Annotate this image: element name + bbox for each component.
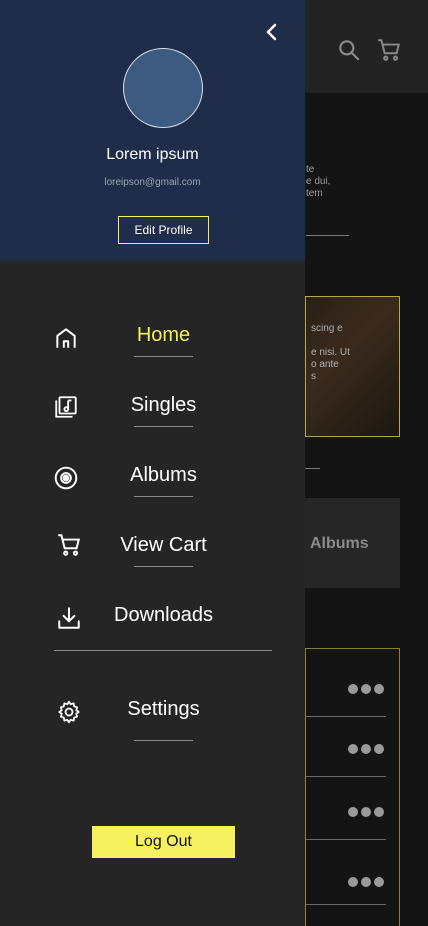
nav-item-albums[interactable]: Albums bbox=[0, 450, 305, 510]
background-divider bbox=[306, 235, 349, 236]
more-options-icon[interactable] bbox=[348, 877, 384, 887]
nav-item-label: Home bbox=[136, 324, 191, 346]
more-options-icon[interactable] bbox=[348, 807, 384, 817]
background-card-line: o ante bbox=[311, 359, 339, 370]
nav-item-settings[interactable]: Settings bbox=[0, 684, 305, 744]
nav-item-view-cart[interactable]: View Cart bbox=[0, 520, 305, 580]
more-options-icon[interactable] bbox=[348, 744, 384, 754]
nav-item-underline bbox=[134, 356, 193, 357]
cart-icon[interactable] bbox=[375, 36, 403, 64]
edit-profile-button[interactable]: Edit Profile bbox=[118, 216, 209, 244]
close-drawer-button[interactable] bbox=[260, 20, 284, 44]
nav-item-underline bbox=[134, 740, 193, 741]
background-row-divider bbox=[306, 839, 386, 840]
nav-item-label: Settings bbox=[127, 698, 200, 720]
avatar[interactable] bbox=[123, 48, 203, 128]
nav-item-underline bbox=[134, 426, 193, 427]
nav-divider bbox=[54, 650, 272, 651]
profile-email: loreipson@gmail.com bbox=[104, 177, 201, 188]
nav-item-underline bbox=[134, 496, 193, 497]
background-track-list bbox=[305, 648, 400, 926]
background-text-block: te e dui, tem bbox=[306, 164, 330, 200]
profile-name: Lorem ipsum bbox=[106, 146, 199, 163]
nav-item-label: Singles bbox=[130, 394, 197, 416]
nav-item-label: View Cart bbox=[120, 534, 207, 556]
nav-item-label: Albums bbox=[130, 464, 197, 486]
background-row-divider bbox=[306, 904, 386, 905]
nav-item-label: Downloads bbox=[114, 604, 213, 626]
nav-item-home[interactable]: Home bbox=[0, 310, 305, 370]
log-out-button[interactable]: Log Out bbox=[92, 826, 235, 858]
navigation-drawer: Lorem ipsum loreipson@gmail.com Edit Pro… bbox=[0, 0, 305, 926]
background-card-line: e nisi. Ut bbox=[311, 347, 350, 358]
background-text-line: te bbox=[306, 164, 315, 175]
background-text-line: tem bbox=[306, 188, 323, 199]
nav-item-underline bbox=[134, 566, 193, 567]
background-row-divider bbox=[306, 776, 386, 777]
background-card-line: s bbox=[311, 371, 316, 382]
background-header-icons bbox=[335, 36, 403, 64]
nav-item-singles[interactable]: Singles bbox=[0, 380, 305, 440]
search-icon[interactable] bbox=[335, 36, 363, 64]
chevron-left-icon bbox=[266, 23, 277, 41]
more-options-icon[interactable] bbox=[348, 684, 384, 694]
background-text-line: e dui, bbox=[306, 176, 331, 187]
profile-header: Lorem ipsum loreipson@gmail.com Edit Pro… bbox=[0, 0, 305, 261]
nav-item-downloads[interactable]: Downloads bbox=[0, 590, 305, 650]
